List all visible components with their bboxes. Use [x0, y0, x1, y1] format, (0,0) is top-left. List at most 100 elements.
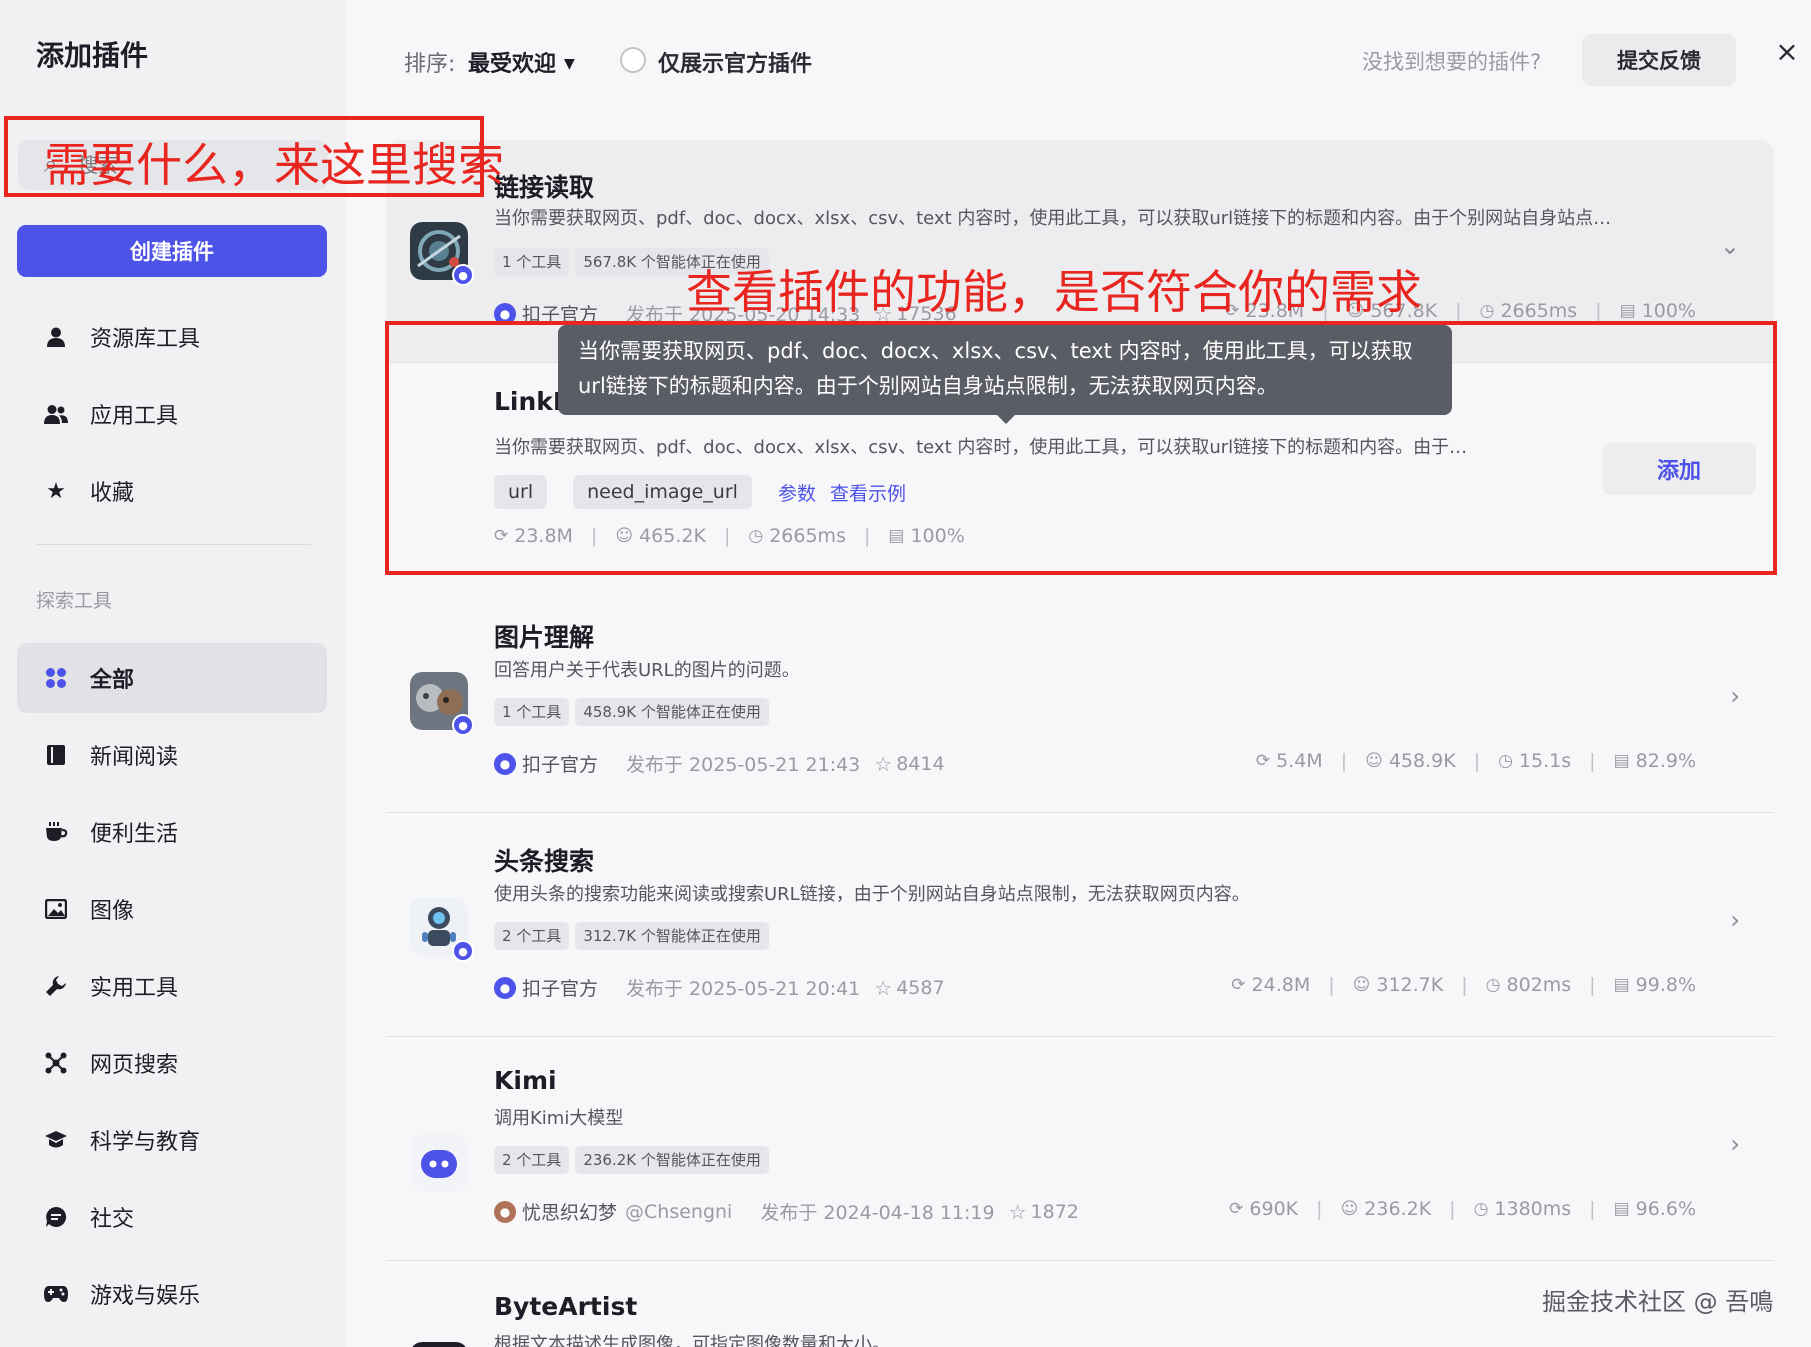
clock-icon: ◷	[1485, 975, 1501, 995]
not-found-text: 没找到想要的插件?	[1362, 50, 1542, 74]
stat-latency: 2665ms	[1500, 300, 1578, 322]
stat-bots: 458.9K	[1388, 750, 1456, 772]
chevron-right-icon[interactable]: ›	[1730, 906, 1740, 934]
bot-icon: ☺	[1365, 751, 1383, 771]
sidebar-divider	[36, 544, 311, 545]
plugin-author: 扣子官方	[522, 754, 599, 776]
sidebar-item-app-tools[interactable]: 应用工具	[17, 379, 327, 449]
plugin-card-image-understanding[interactable]: ● 图片理解 回答用户关于代表URL的图片的问题。 1 个工具 458.9K 个…	[386, 582, 1774, 812]
stat-separator: |	[1589, 1198, 1596, 1220]
category-life[interactable]: 便利生活	[17, 797, 327, 867]
plugin-card-kimi[interactable]: Kimi 调用Kimi大模型 2 个工具 236.2K 个智能体正在使用 ● 忧…	[386, 1030, 1774, 1260]
main-panel: 排序: 最受欢迎 ▼ 仅展示官方插件 没找到想要的插件? 提交反馈 × ● 链接读…	[346, 0, 1811, 1347]
category-all[interactable]: 全部	[17, 643, 327, 713]
clock-icon: ◷	[1498, 751, 1513, 771]
stat-separator: |	[1595, 300, 1602, 322]
category-utilities[interactable]: 实用工具	[17, 951, 327, 1021]
sort-dropdown[interactable]: 最受欢迎 ▼	[468, 46, 575, 78]
stat-latency: 1380ms	[1494, 1198, 1572, 1220]
plugin-description: 当你需要获取网页、pdf、doc、docx、xlsx、csv、text 内容时，…	[494, 208, 1612, 229]
stat-calls: 690K	[1249, 1198, 1299, 1220]
chevron-down-icon[interactable]: ⌄	[1720, 232, 1740, 260]
plugin-tags: 1 个工具 458.9K 个智能体正在使用	[494, 698, 775, 726]
plugin-description: 回答用户关于代表URL的图片的问题。	[494, 660, 800, 681]
category-science-education[interactable]: 科学与教育	[17, 1105, 327, 1175]
star-outline-icon: ☆	[874, 975, 893, 1000]
chat-icon	[42, 1203, 70, 1231]
wrench-icon	[42, 972, 70, 1000]
plugin-card-toutiao-search[interactable]: ● 头条搜索 使用头条的搜索功能来阅读或搜索URL链接，由于个别网站自身站点限制…	[386, 806, 1774, 1036]
stat-bots: 236.2K	[1364, 1198, 1432, 1220]
stat-success: 100%	[1641, 300, 1696, 322]
plugin-title: 链接读取	[494, 173, 595, 202]
star-outline-icon: ☆	[1008, 1199, 1027, 1224]
category-image[interactable]: 图像	[17, 874, 327, 944]
feedback-button[interactable]: 提交反馈	[1582, 34, 1736, 86]
chevron-right-icon[interactable]: ›	[1730, 682, 1740, 710]
sidebar-item-label: 游戏与娱乐	[90, 1284, 201, 1309]
category-web-search[interactable]: 网页搜索	[17, 1028, 327, 1098]
usage-tag: 312.7K 个智能体正在使用	[575, 922, 769, 950]
usage-tag: 458.9K 个智能体正在使用	[575, 698, 769, 726]
section-label: 探索工具	[36, 590, 113, 612]
calls-icon: ⟳	[1231, 975, 1246, 995]
plugin-published: 发布于 2025-05-21 20:41	[626, 978, 861, 1000]
plugin-stars: 8414	[896, 752, 945, 775]
plugin-icon	[410, 1342, 468, 1347]
calls-icon: ⟳	[1229, 1199, 1244, 1219]
tool-count-tag: 1 个工具	[494, 248, 570, 276]
plugin-meta: ● 扣子官方 发布于 2025-05-21 20:41 ☆ 4587	[494, 974, 945, 1001]
stat-separator: |	[1340, 750, 1348, 772]
network-icon	[42, 1049, 70, 1077]
stat-success: 99.8%	[1635, 974, 1696, 996]
sidebar-item-label: 便利生活	[90, 822, 179, 847]
annotation-box-tool	[385, 321, 1777, 575]
official-only-radio[interactable]	[620, 47, 646, 73]
image-icon	[42, 895, 70, 923]
watermark: 掘金技术社区 @ 吾鳴	[1542, 1288, 1774, 1316]
plugin-tags: 2 个工具 236.2K 个智能体正在使用	[494, 1146, 775, 1174]
success-rate-icon: ▤	[1613, 751, 1630, 771]
stat-separator: |	[1328, 974, 1335, 996]
category-games[interactable]: 游戏与娱乐	[17, 1259, 327, 1329]
sidebar-item-label: 实用工具	[90, 976, 179, 1001]
sidebar-item-label: 收藏	[90, 481, 135, 506]
plugin-author: 忧思织幻梦	[522, 1202, 618, 1224]
plugin-icon: ●	[410, 672, 474, 736]
annotation-search-hint: 需要什么，来这里搜索	[44, 138, 504, 192]
success-rate-icon: ▤	[1613, 1199, 1630, 1219]
stat-latency: 802ms	[1506, 974, 1572, 996]
stat-separator: |	[1449, 1198, 1456, 1220]
stat-separator: |	[1473, 750, 1481, 772]
plugin-title: ByteArtist	[494, 1292, 638, 1321]
plugin-published: 发布于 2025-05-21 21:43	[626, 754, 861, 776]
stat-separator: |	[1316, 1198, 1323, 1220]
sidebar-item-label: 应用工具	[90, 404, 179, 429]
gamepad-icon	[42, 1280, 70, 1308]
dialog-title: 添加插件	[36, 39, 149, 72]
sort-label: 排序:	[404, 52, 456, 77]
category-social[interactable]: 社交	[17, 1182, 327, 1252]
annotation-feature-hint: 查看插件的功能，是否符合你的需求	[686, 265, 1422, 319]
plugin-author: 扣子官方	[522, 978, 599, 1000]
stat-success: 82.9%	[1635, 750, 1696, 772]
category-news[interactable]: 新闻阅读	[17, 720, 327, 790]
chevron-right-icon[interactable]: ›	[1730, 1130, 1740, 1158]
sidebar-item-library-tools[interactable]: 资源库工具	[17, 302, 327, 372]
cup-icon	[42, 818, 70, 846]
stat-latency: 15.1s	[1518, 750, 1572, 772]
plugin-author-handle: @Chsengni	[625, 1200, 733, 1223]
sidebar-item-label: 资源库工具	[90, 327, 201, 352]
official-only-label[interactable]: 仅展示官方插件	[658, 46, 812, 78]
plugin-meta: ● 忧思织幻梦 @Chsengni 发布于 2024-04-18 11:19 ☆…	[494, 1198, 1079, 1225]
official-badge-icon: ●	[452, 264, 474, 286]
plugin-icon: ●	[410, 898, 474, 962]
calls-icon: ⟳	[1255, 751, 1271, 771]
close-icon[interactable]: ×	[1770, 34, 1804, 68]
plugin-tags: 2 个工具 312.7K 个智能体正在使用	[494, 922, 775, 950]
create-plugin-button[interactable]: 创建插件	[17, 225, 327, 277]
grid-icon	[42, 664, 70, 692]
plugin-stats: ⟳ 24.8M | ☺ 312.7K | ◷ 802ms | ▤ 99.8%	[1231, 974, 1696, 996]
sidebar-item-favorites[interactable]: ★ 收藏	[17, 456, 327, 526]
plugin-icon	[410, 1134, 468, 1192]
